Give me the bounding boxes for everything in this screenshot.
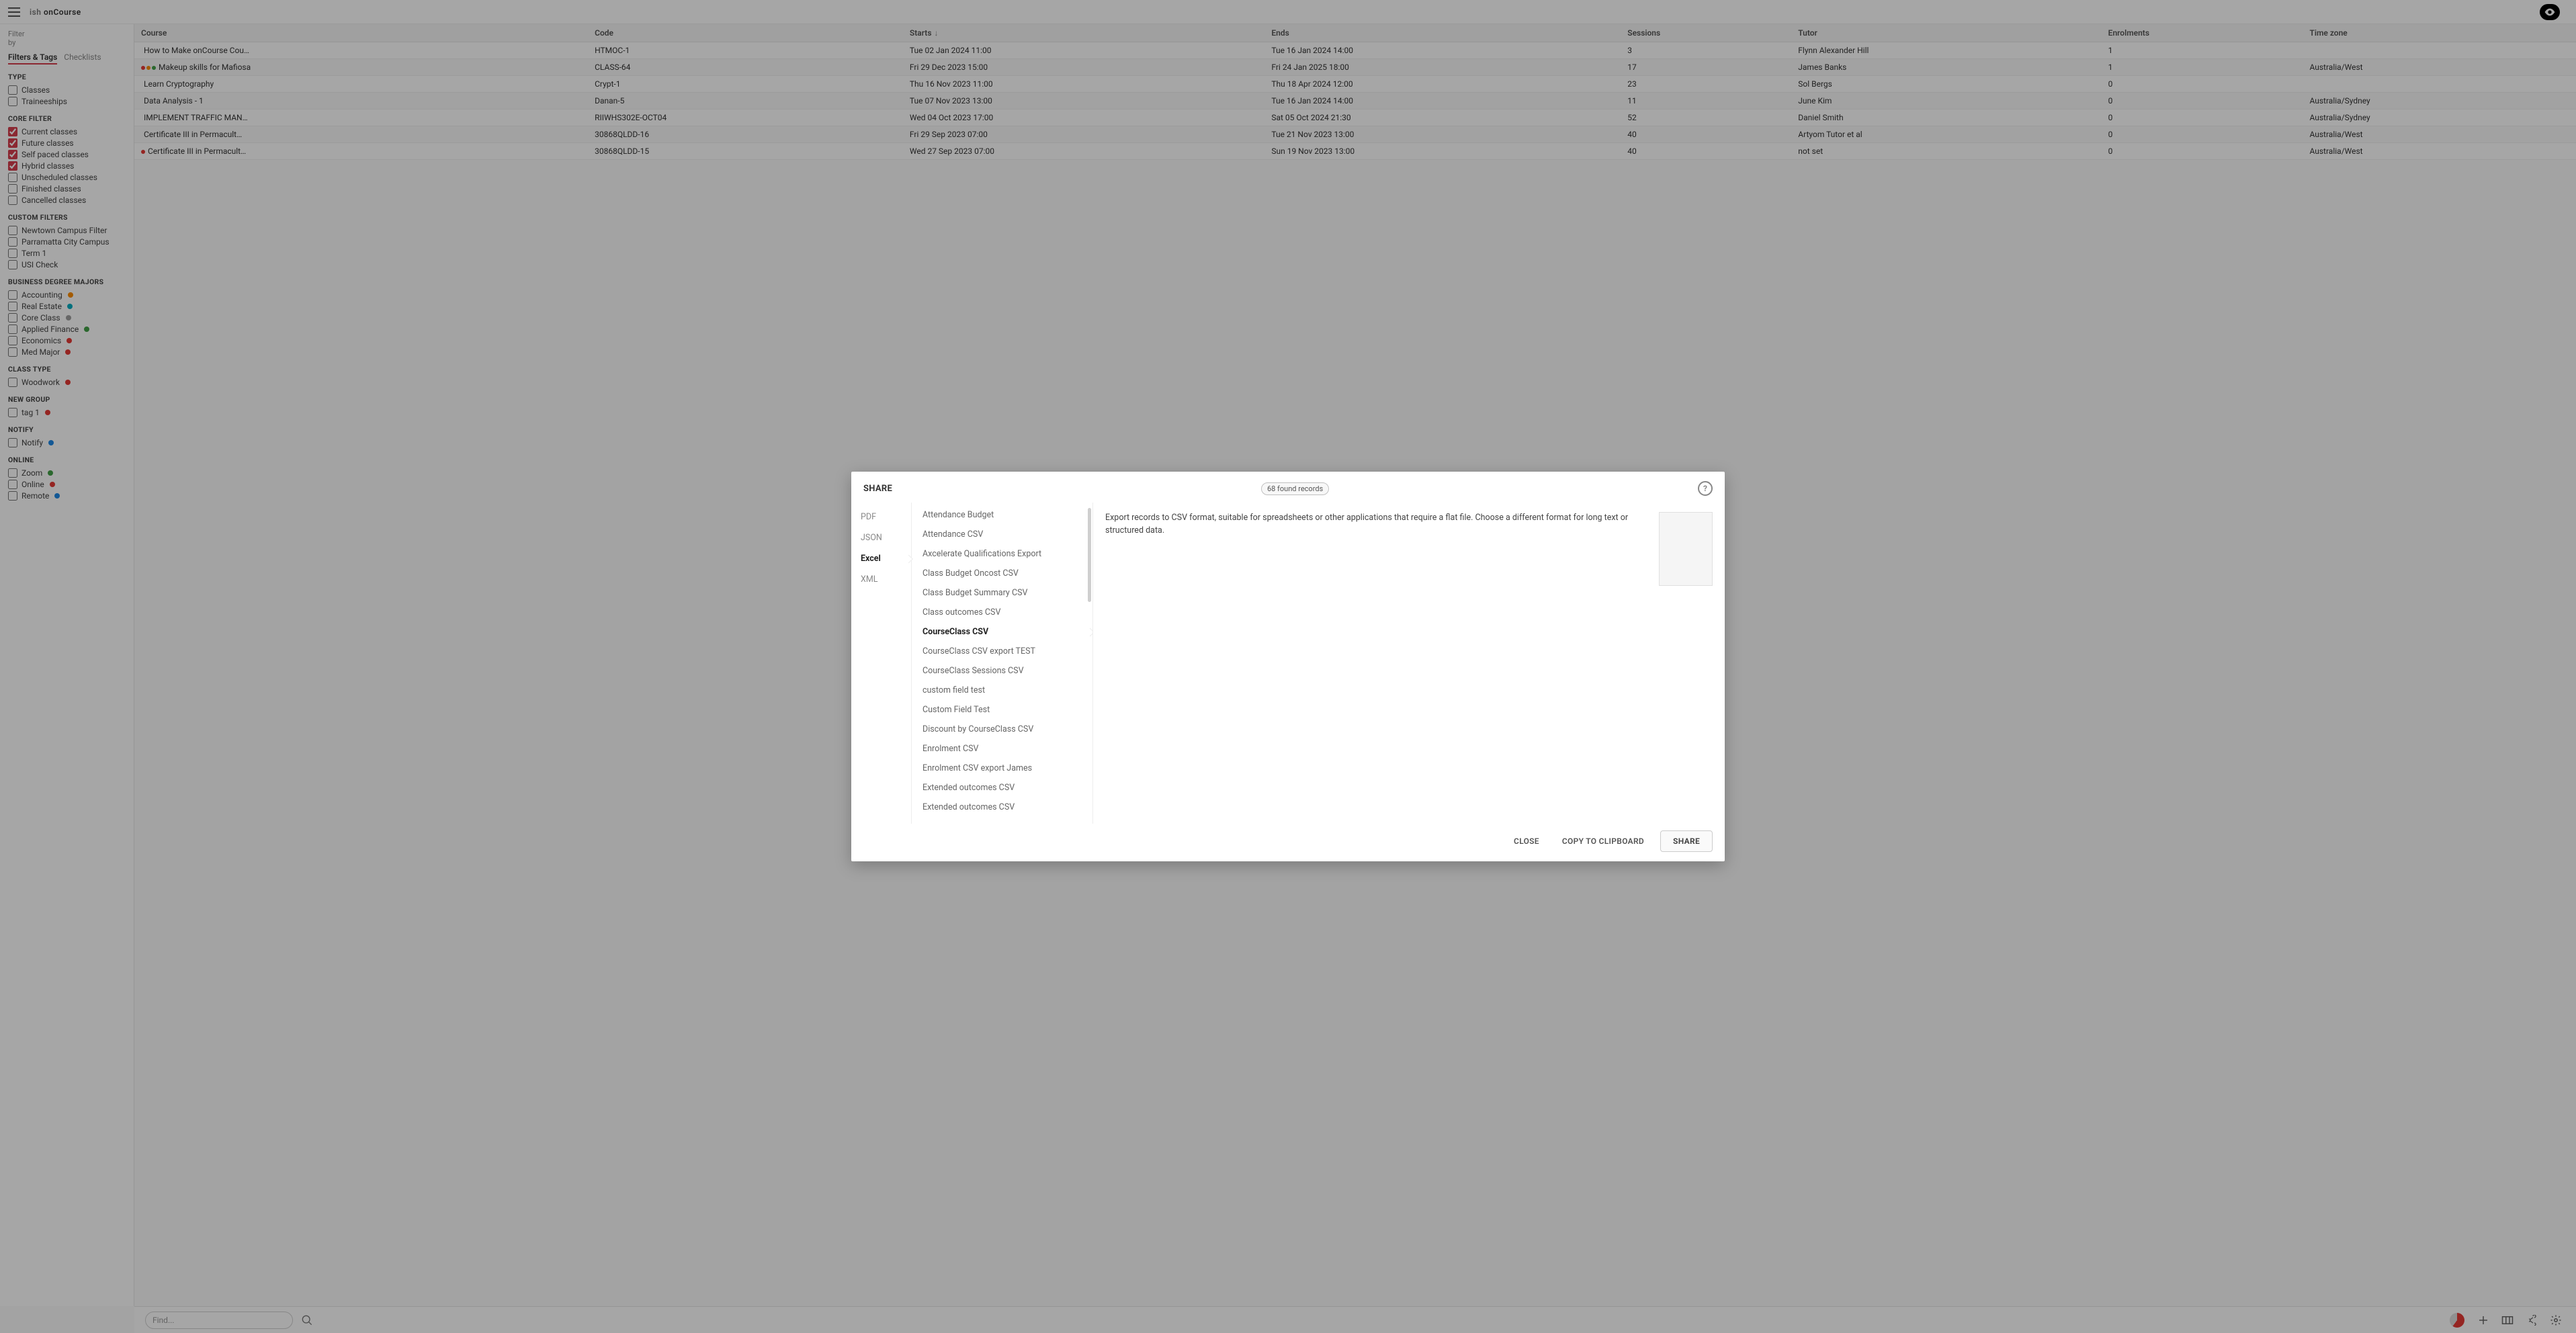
export-template-option[interactable]: Class Budget Oncost CSV xyxy=(912,564,1092,583)
format-list: PDFJSONExcelXML xyxy=(851,503,912,824)
export-template-option[interactable]: CourseClass CSV xyxy=(912,622,1092,642)
record-count-badge: 68 found records xyxy=(1261,482,1329,495)
export-format-option[interactable]: PDF xyxy=(851,507,911,527)
close-button[interactable]: CLOSE xyxy=(1507,831,1546,851)
export-template-option[interactable]: Custom Field Test xyxy=(912,700,1092,720)
export-template-option[interactable]: Discount by CourseClass CSV xyxy=(912,720,1092,739)
export-format-option[interactable]: XML xyxy=(851,569,911,590)
modal-footer: CLOSE COPY TO CLIPBOARD SHARE xyxy=(851,824,1725,861)
copy-to-clipboard-button[interactable]: COPY TO CLIPBOARD xyxy=(1555,831,1651,851)
preview-thumbnail xyxy=(1659,512,1713,586)
export-template-option[interactable]: Extended outcomes CSV xyxy=(912,798,1092,817)
template-list: Attendance BudgetAttendance CSVAxcelerat… xyxy=(912,503,1093,824)
export-template-option[interactable]: Class Budget Summary CSV xyxy=(912,583,1092,603)
description-text: Export records to CSV format, suitable f… xyxy=(1105,512,1647,814)
share-action-button[interactable]: SHARE xyxy=(1660,830,1713,852)
template-description: Export records to CSV format, suitable f… xyxy=(1093,503,1725,824)
export-template-option[interactable]: CourseClass Sessions CSV xyxy=(912,661,1092,681)
export-template-option[interactable]: custom field test xyxy=(912,681,1092,700)
export-template-option[interactable]: Enrolment CSV export James xyxy=(912,759,1092,778)
export-template-option[interactable]: Attendance CSV xyxy=(912,525,1092,544)
modal-overlay[interactable]: SHARE 68 found records ? PDFJSONExcelXML… xyxy=(0,0,2576,1333)
modal-header: SHARE 68 found records ? xyxy=(851,472,1725,503)
export-template-option[interactable]: Enrolment CSV xyxy=(912,739,1092,759)
help-button[interactable]: ? xyxy=(1698,481,1713,496)
export-template-option[interactable]: Extended outcomes CSV xyxy=(912,778,1092,798)
modal-title: SHARE xyxy=(863,484,892,494)
template-scrollbar[interactable] xyxy=(1088,508,1091,602)
export-template-option[interactable]: CourseClass CSV export TEST xyxy=(912,642,1092,661)
question-icon: ? xyxy=(1703,484,1707,493)
export-template-option[interactable]: Attendance Budget xyxy=(912,505,1092,525)
export-format-option[interactable]: JSON xyxy=(851,527,911,548)
share-modal: SHARE 68 found records ? PDFJSONExcelXML… xyxy=(851,472,1725,861)
export-template-option[interactable]: Class outcomes CSV xyxy=(912,603,1092,622)
export-format-option[interactable]: Excel xyxy=(851,548,911,569)
export-template-option[interactable]: Axcelerate Qualifications Export xyxy=(912,544,1092,564)
